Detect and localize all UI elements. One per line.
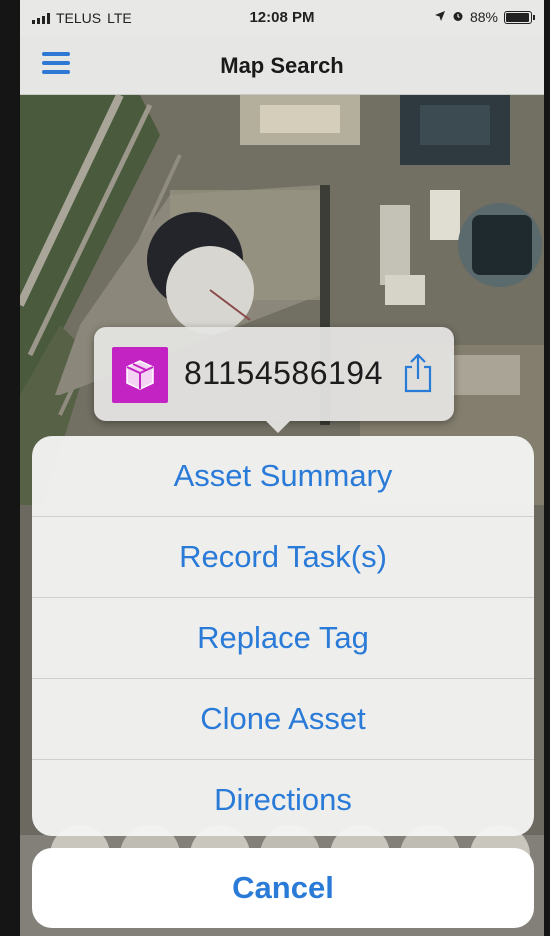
location-arrow-icon — [434, 9, 446, 25]
asset-summary-button[interactable]: Asset Summary — [32, 436, 534, 517]
status-bar: TELUS LTE 12:08 PM 88% — [20, 0, 544, 36]
phone-frame: TELUS LTE 12:08 PM 88% Map Search 811545… — [0, 0, 550, 936]
battery-icon — [504, 10, 535, 24]
directions-button[interactable]: Directions — [32, 760, 534, 836]
battery-percent: 88% — [469, 9, 498, 25]
device-bezel-left — [0, 0, 20, 936]
status-bar-right: 88% — [434, 9, 535, 25]
record-tasks-button[interactable]: Record Task(s) — [32, 517, 534, 598]
cancel-button[interactable]: Cancel — [32, 848, 534, 928]
device-bezel-right — [544, 0, 550, 936]
alarm-icon — [452, 9, 464, 25]
page-title: Map Search — [220, 53, 344, 78]
action-sheet: Asset Summary Record Task(s) Replace Tag… — [32, 436, 534, 836]
battery-level-fill — [506, 12, 529, 22]
share-icon[interactable] — [400, 351, 436, 395]
clone-asset-button[interactable]: Clone Asset — [32, 679, 534, 760]
navigation-bar: Map Search — [20, 36, 544, 95]
asset-id: 81154586194 — [184, 355, 383, 391]
screen: TELUS LTE 12:08 PM 88% Map Search 811545… — [20, 0, 544, 936]
package-box-icon — [112, 347, 168, 403]
asset-callout[interactable]: 81154586194 — [94, 327, 454, 433]
replace-tag-button[interactable]: Replace Tag — [32, 598, 534, 679]
